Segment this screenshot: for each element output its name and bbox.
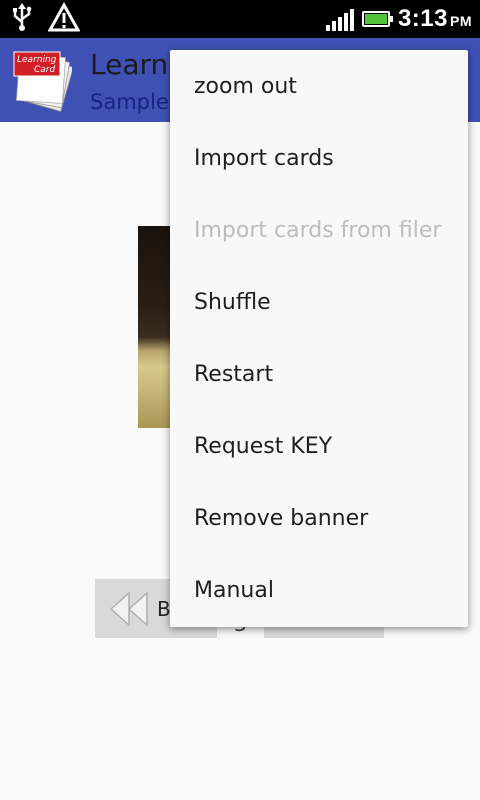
app-subtitle: Sample [90, 90, 169, 114]
app-logo: Learning Card [12, 50, 74, 112]
menu-item-label: zoom out [194, 73, 297, 99]
status-clock: 3:13 PM [398, 5, 472, 33]
usb-icon [10, 2, 34, 36]
menu-item-remove-banner[interactable]: Remove banner [170, 482, 468, 554]
menu-item-label: Import cards from filer [194, 217, 442, 243]
menu-item-request-key[interactable]: Request KEY [170, 410, 468, 482]
menu-item-shuffle[interactable]: Shuffle [170, 266, 468, 338]
logo-text-line1: Learning [17, 55, 57, 65]
status-icons-left [10, 1, 81, 36]
menu-item-label: Request KEY [194, 433, 333, 459]
menu-item-manual[interactable]: Manual [170, 554, 468, 626]
status-icons-right: 3:13 PM [325, 0, 472, 38]
menu-item-import-cards-from-filer: Import cards from filer [170, 194, 468, 266]
menu-item-label: Import cards [194, 145, 334, 171]
clock-time: 3:13 [397, 5, 448, 32]
battery-icon [361, 11, 393, 27]
menu-item-import-cards[interactable]: Import cards [170, 122, 468, 194]
status-bar: 3:13 PM [0, 0, 480, 38]
rewind-icon [109, 590, 148, 627]
warning-icon [47, 1, 81, 36]
logo-text-line2: Card [34, 65, 55, 75]
menu-item-label: Manual [194, 577, 274, 603]
signal-icon [325, 7, 354, 31]
menu-item-zoom-out[interactable]: zoom out [170, 50, 468, 122]
clock-ampm: PM [450, 13, 472, 29]
menu-item-label: Remove banner [194, 505, 369, 531]
overflow-menu: zoom out Import cards Import cards from … [170, 50, 468, 627]
menu-item-restart[interactable]: Restart [170, 338, 468, 410]
menu-item-label: Shuffle [194, 289, 271, 315]
app-title: Learn [90, 48, 169, 81]
menu-item-label: Restart [194, 361, 274, 387]
